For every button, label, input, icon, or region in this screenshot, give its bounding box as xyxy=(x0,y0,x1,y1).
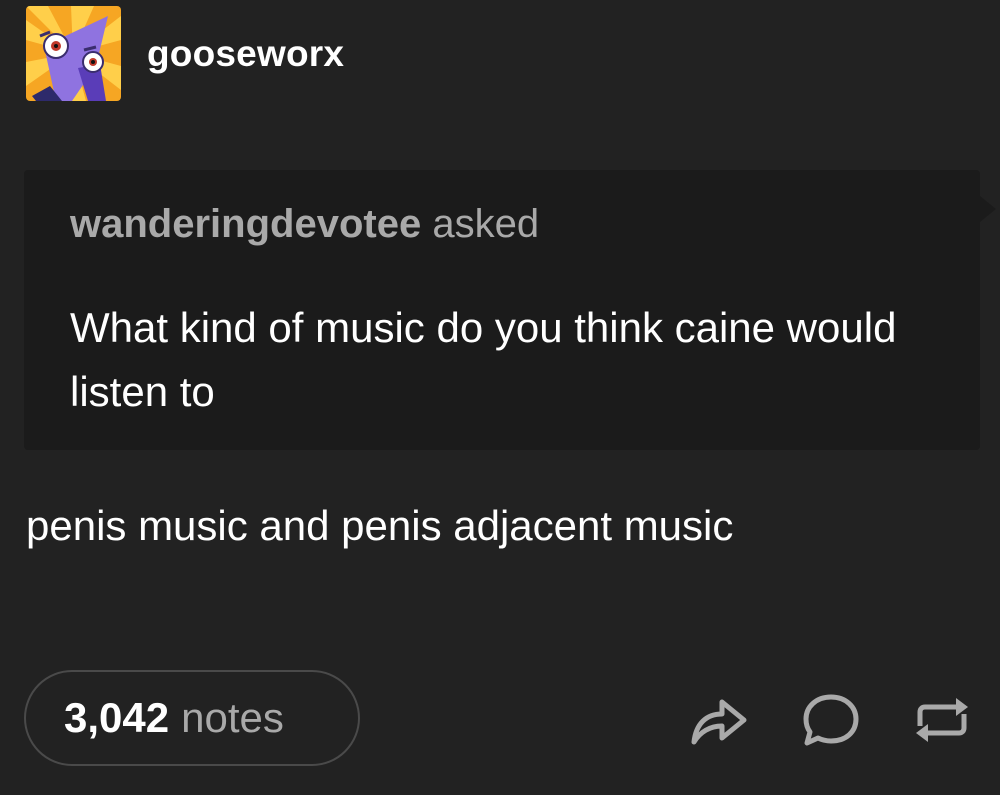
notes-count: 3,042 xyxy=(64,694,170,741)
share-button[interactable] xyxy=(688,690,748,750)
asked-label: asked xyxy=(432,202,540,246)
notes-button[interactable]: 3,042 notes xyxy=(24,670,360,766)
answer-text: penis music and penis adjacent music xyxy=(26,502,734,549)
ask-box-pointer xyxy=(980,196,996,222)
asker-name[interactable]: wanderingdevotee xyxy=(70,202,421,246)
notes-label: notes xyxy=(181,694,284,741)
blog-avatar[interactable] xyxy=(26,6,121,101)
ask-question: What kind of music do you think caine wo… xyxy=(70,304,897,415)
blog-name[interactable]: gooseworx xyxy=(147,33,344,75)
avatar-image xyxy=(26,6,121,101)
share-arrow-icon xyxy=(691,699,747,745)
reblog-arrows-icon xyxy=(916,698,968,742)
post-header: gooseworx xyxy=(26,6,344,101)
speech-bubble-icon xyxy=(803,694,859,746)
ask-attribution: wanderingdevotee asked xyxy=(70,202,539,247)
reblog-button[interactable] xyxy=(912,690,972,750)
reply-button[interactable] xyxy=(801,690,861,750)
